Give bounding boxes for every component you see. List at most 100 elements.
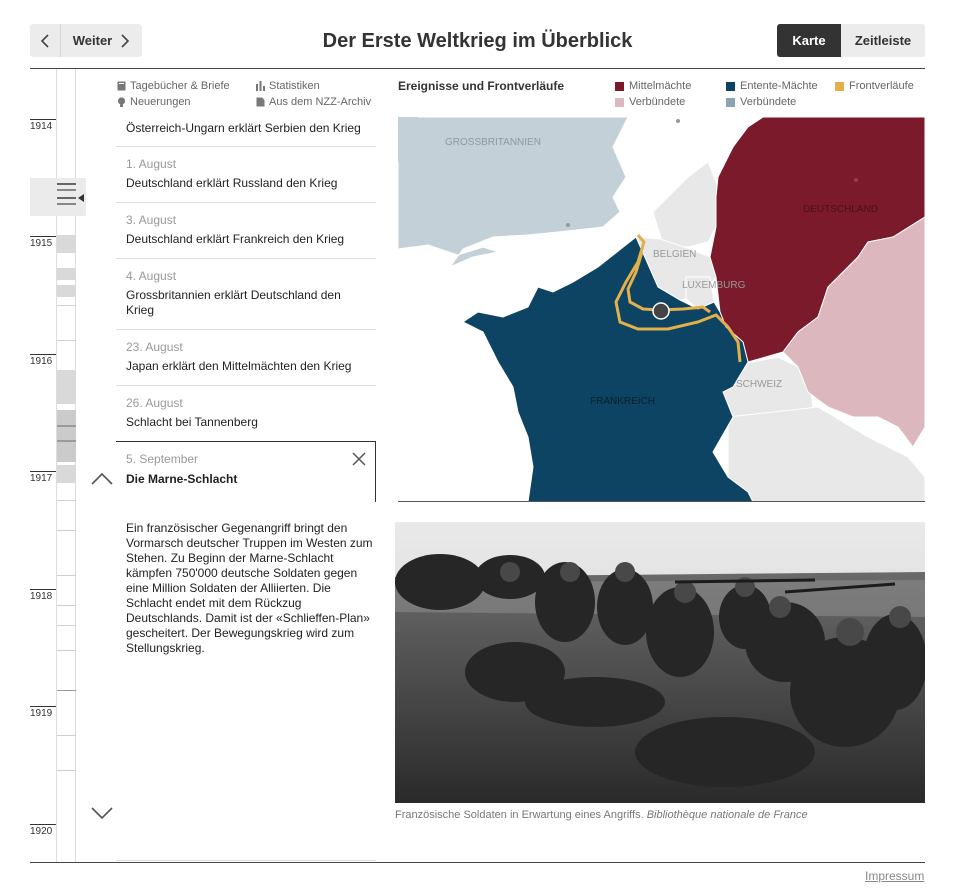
timeline-event-block[interactable] xyxy=(57,370,76,404)
timeline-year[interactable]: 1915 xyxy=(30,236,56,249)
event-text: Grossbritannien erklärt Deutschland den … xyxy=(126,288,341,317)
timeline-event-block[interactable] xyxy=(57,235,76,253)
city-dot xyxy=(854,178,858,182)
timeline-tick xyxy=(57,650,76,651)
event-text: Deutschland erklärt Russland den Krieg xyxy=(126,176,338,190)
back-button[interactable] xyxy=(30,24,61,57)
footer-divider xyxy=(30,862,925,863)
legend-entente-allies: Verbündete xyxy=(726,96,796,108)
legend-label: Frontverläufe xyxy=(849,80,914,92)
event-text: Deutschland erklärt Frankreich den Krieg xyxy=(126,232,345,246)
timeline-event-mark xyxy=(57,189,76,191)
list-item[interactable]: 26. August Schlacht bei Tannenberg xyxy=(116,386,376,441)
legend-label: Entente-Mächte xyxy=(740,80,818,92)
timeline-event-mark xyxy=(57,197,76,199)
filter-innovations-label: Neuerungen xyxy=(130,96,191,108)
timeline-year[interactable]: 1920 xyxy=(30,824,56,837)
timeline-event-mark xyxy=(57,203,76,205)
city-dot xyxy=(566,223,570,227)
scroll-up-icon[interactable] xyxy=(90,470,114,486)
tab-map[interactable]: Karte xyxy=(777,24,841,57)
map-canvas[interactable]: GROSSBRITANNIEN DEUTSCHLAND BELGIEN LUXE… xyxy=(398,117,925,502)
filter-archive[interactable]: Aus dem NZZ-Archiv xyxy=(256,96,371,108)
photo-source: Bibliothèque nationale de France xyxy=(646,809,808,821)
timeline-year[interactable]: 1916 xyxy=(30,354,56,367)
timeline-event-block[interactable] xyxy=(57,410,76,462)
tab-timeline[interactable]: Zeitleiste xyxy=(841,24,925,57)
timeline-event-mark xyxy=(57,425,76,427)
event-date: 26. August xyxy=(126,396,183,410)
timeline-tick xyxy=(57,500,76,501)
timeline-tick xyxy=(57,575,76,576)
region-netherlands[interactable] xyxy=(652,161,719,248)
close-icon[interactable] xyxy=(351,451,367,467)
event-date: 3. August xyxy=(126,213,177,227)
timeline-event-block[interactable] xyxy=(57,268,76,280)
map-label-germany: DEUTSCHLAND xyxy=(803,204,878,215)
photo-caption-text: Französische Soldaten in Erwartung eines… xyxy=(395,809,644,821)
legend-front: Frontverläufe xyxy=(835,80,914,92)
legend-swatch xyxy=(726,81,735,91)
list-item[interactable]: 4. August Grossbritannien erklärt Deutsc… xyxy=(116,259,376,330)
next-button-label: Weiter xyxy=(72,33,113,48)
event-date: 23. August xyxy=(126,340,183,354)
document-icon xyxy=(256,97,265,107)
filter-stats[interactable]: Statistiken xyxy=(256,80,320,92)
chevron-right-icon xyxy=(121,33,130,48)
timeline-tick xyxy=(57,605,76,606)
battle-marker[interactable] xyxy=(652,302,670,320)
map-label-switzerland: SCHWEIZ xyxy=(736,379,782,390)
next-button[interactable]: Weiter xyxy=(61,24,142,57)
timeline-year[interactable]: 1918 xyxy=(30,589,56,602)
map-label-britain: GROSSBRITANNIEN xyxy=(445,137,541,148)
list-item[interactable]: Österreich-Ungarn erklärt Serbien den Kr… xyxy=(116,112,376,147)
book-icon xyxy=(117,81,126,91)
timeline-tick xyxy=(57,625,76,626)
legend-central: Mittelmächte xyxy=(615,80,691,92)
timeline-event-block[interactable] xyxy=(57,285,76,297)
map[interactable]: GROSSBRITANNIEN DEUTSCHLAND BELGIEN LUXE… xyxy=(398,117,925,502)
timeline-tick xyxy=(57,735,76,736)
map-label-france: FRANKREICH xyxy=(590,396,655,407)
legend-central-allies: Verbündete xyxy=(615,96,685,108)
timeline-tick xyxy=(57,340,76,341)
lightbulb-icon xyxy=(117,97,126,107)
list-item[interactable]: 3. August Deutschland erklärt Frankreich… xyxy=(116,203,376,259)
timeline-tick xyxy=(57,770,76,771)
event-text: Japan erklärt den Mittelmächten den Krie… xyxy=(126,359,352,373)
photo-caption: Französische Soldaten in Erwartung eines… xyxy=(395,809,808,821)
list-item[interactable]: 23. August Japan erklärt den Mittelmächt… xyxy=(116,330,376,386)
filter-diaries-label: Tagebücher & Briefe xyxy=(130,80,230,92)
event-description: Ein französischer Gegenangriff bringt de… xyxy=(126,521,373,655)
scroll-down-icon[interactable] xyxy=(90,805,114,821)
timeline-event-mark xyxy=(57,440,76,442)
timeline-position-marker xyxy=(78,194,84,202)
active-event[interactable]: 5. September Die Marne-Schlacht xyxy=(116,441,376,502)
legend-swatch xyxy=(615,97,624,107)
legend-swatch xyxy=(835,81,844,91)
timeline-year[interactable]: 1914 xyxy=(30,119,56,132)
filter-diaries[interactable]: Tagebücher & Briefe xyxy=(117,80,230,92)
event-text: Österreich-Ungarn erklärt Serbien den Kr… xyxy=(126,121,361,135)
legend-entente: Entente-Mächte xyxy=(726,80,818,92)
filter-innovations[interactable]: Neuerungen xyxy=(117,96,191,108)
nav-button-group: Weiter xyxy=(30,24,142,57)
impressum-link[interactable]: Impressum xyxy=(865,869,924,883)
timeline-year[interactable]: 1917 xyxy=(30,471,56,484)
view-toggle: Karte Zeitleiste xyxy=(777,24,925,57)
event-date: 1. August xyxy=(126,157,177,171)
legend-label: Verbündete xyxy=(740,96,797,108)
page-title: Der Erste Weltkrieg im Überblick xyxy=(322,30,633,52)
timeline-year[interactable]: 1919 xyxy=(30,706,56,719)
filter-stats-label: Statistiken xyxy=(269,80,320,92)
bar-chart-icon xyxy=(256,81,265,91)
soldiers-photo-image xyxy=(395,522,925,803)
list-item[interactable]: 1. August Deutschland erklärt Russland d… xyxy=(116,147,376,203)
event-date: 4. August xyxy=(126,269,177,283)
map-label-luxembourg: LUXEMBURG xyxy=(682,280,746,291)
header-divider xyxy=(30,68,925,69)
timeline-tick xyxy=(57,305,76,306)
city-dot xyxy=(676,119,680,123)
timeline-event-block[interactable] xyxy=(57,465,76,483)
legend-swatch xyxy=(615,81,624,91)
